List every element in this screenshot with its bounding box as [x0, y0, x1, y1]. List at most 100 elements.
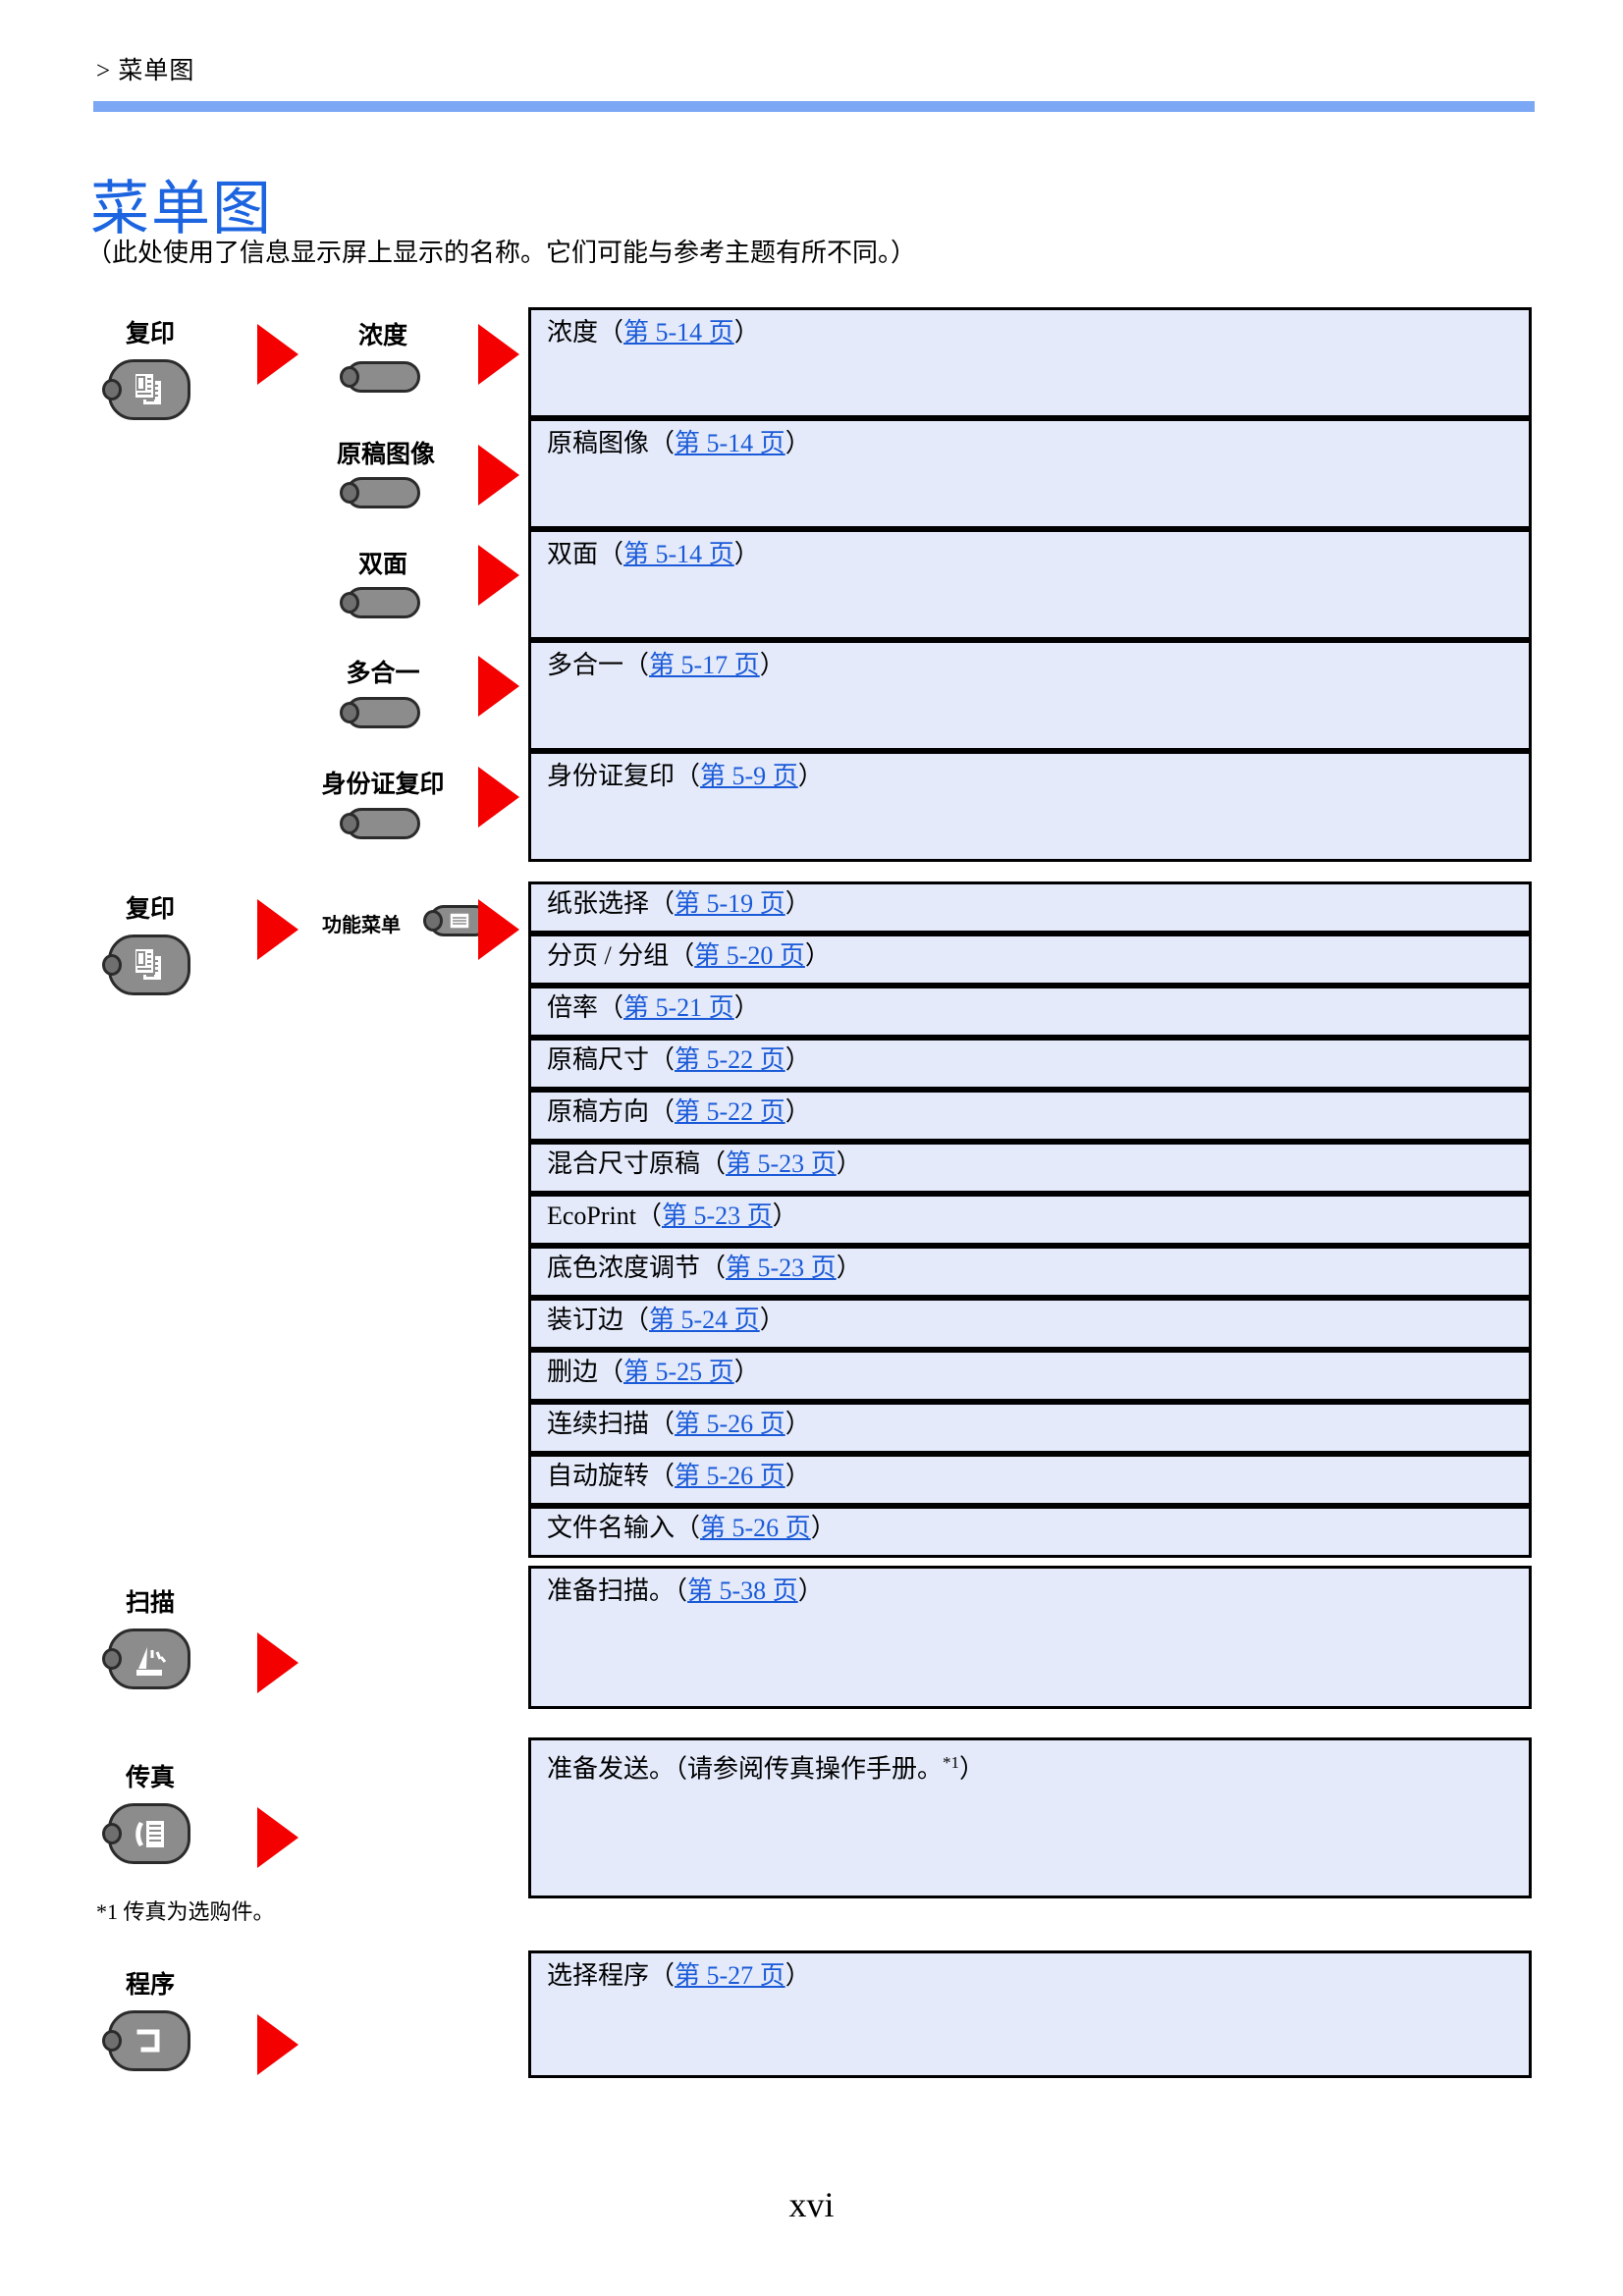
footnote-marker: *1 — [943, 1753, 960, 1772]
page-link[interactable]: 第 5-17 页 — [649, 651, 760, 679]
refbox-ecoprint: EcoPrint（第 5-23 页） — [528, 1194, 1532, 1246]
refbox-background-density: 底色浓度调节（第 5-23 页） — [528, 1246, 1532, 1298]
refbox-text: 浓度（第 5-14 页） — [547, 316, 760, 349]
refbox-tail: ） — [784, 1097, 811, 1126]
refbox-tail: ） — [784, 1410, 811, 1438]
refbox-label: 多合一（ — [547, 651, 650, 679]
fax-key[interactable] — [102, 1803, 190, 1864]
refbox-label: 身份证复印（ — [547, 762, 701, 790]
refbox-label: 倍率（ — [547, 993, 624, 1022]
page-link[interactable]: 第 5-22 页 — [675, 1045, 785, 1074]
refbox-program: 选择程序（第 5-27 页） — [528, 1950, 1532, 2078]
refbox-label: 底色浓度调节（ — [547, 1254, 727, 1282]
refbox-tail: ） — [810, 1514, 837, 1542]
page-link[interactable]: 第 5-14 页 — [675, 429, 785, 457]
refbox-text: 选择程序（第 5-27 页） — [547, 1959, 811, 1993]
refbox-density: 浓度（第 5-14 页） — [528, 307, 1532, 418]
program-key[interactable] — [102, 2010, 190, 2071]
submenu-key-duplex[interactable] — [340, 587, 420, 618]
refbox-auto-rotation: 自动旋转（第 5-26 页） — [528, 1454, 1532, 1506]
refbox-file-name-entry: 文件名输入（第 5-26 页） — [528, 1506, 1532, 1558]
refbox-label: 自动旋转（ — [547, 1462, 676, 1490]
key-label-fax: 传真 — [125, 1763, 175, 1791]
page-link[interactable]: 第 5-23 页 — [726, 1254, 837, 1282]
page-link[interactable]: 第 5-22 页 — [675, 1097, 785, 1126]
copy-key-2[interactable] — [102, 934, 190, 995]
refbox-fax: 准备发送。（请参阅传真操作手册。*1） — [528, 1737, 1532, 1898]
copy-key-1[interactable] — [102, 359, 190, 420]
refbox-text: 自动旋转（第 5-26 页） — [547, 1460, 811, 1493]
refbox-text: 连续扫描（第 5-26 页） — [547, 1408, 811, 1441]
refbox-label: 浓度（ — [547, 318, 624, 347]
key-label-copy-2: 复印 — [125, 894, 175, 923]
page-link[interactable]: 第 5-19 页 — [675, 889, 785, 918]
page-link[interactable]: 第 5-25 页 — [623, 1358, 734, 1386]
refbox-tail: ） — [733, 318, 760, 347]
refbox-label: 分页 / 分组（ — [547, 941, 695, 970]
refbox-tail: ） — [733, 540, 760, 568]
refbox-combine: 多合一（第 5-17 页） — [528, 640, 1532, 751]
refbox-original-size: 原稿尺寸（第 5-22 页） — [528, 1038, 1532, 1090]
arrow-icon-duplex — [478, 545, 519, 606]
refbox-original-orientation: 原稿方向（第 5-22 页） — [528, 1090, 1532, 1142]
arrow-icon-density — [478, 324, 519, 385]
page-link[interactable]: 第 5-14 页 — [623, 540, 734, 568]
refbox-text: 原稿图像（第 5-14 页） — [547, 427, 811, 460]
refbox-tail: ） — [784, 429, 811, 457]
submenu-label-id-card-copy: 身份证复印 — [321, 770, 445, 798]
refbox-tail: ） — [759, 1306, 785, 1334]
arrow-icon-fax — [257, 1807, 298, 1868]
page-link[interactable]: 第 5-23 页 — [662, 1201, 773, 1230]
fax-icon — [111, 1806, 188, 1861]
refbox-margin: 装订边（第 5-24 页） — [528, 1298, 1532, 1350]
refbox-tail: ） — [784, 889, 811, 918]
key-label-scan: 扫描 — [125, 1588, 175, 1617]
arrow-icon-combine — [478, 656, 519, 717]
page-link[interactable]: 第 5-26 页 — [700, 1514, 811, 1542]
submenu-label-duplex: 双面 — [357, 550, 407, 578]
key-nub — [340, 813, 359, 834]
page-link[interactable]: 第 5-14 页 — [623, 318, 734, 347]
refbox-border-erase: 删边（第 5-25 页） — [528, 1350, 1532, 1402]
refbox-label: 准备发送。（请参阅传真操作手册。 — [547, 1754, 944, 1784]
arrow-icon-copy-1 — [257, 324, 298, 385]
refbox-zoom: 倍率（第 5-21 页） — [528, 986, 1532, 1038]
refbox-text: 准备发送。（请参阅传真操作手册。*1） — [547, 1746, 985, 1787]
refbox-collate-group: 分页 / 分组（第 5-20 页） — [528, 934, 1532, 986]
refbox-tail: ） — [797, 1576, 824, 1605]
page-link[interactable]: 第 5-20 页 — [694, 941, 805, 970]
submenu-key-original-image[interactable] — [340, 477, 420, 508]
scan-key[interactable] — [102, 1629, 190, 1689]
submenu-key-combine[interactable] — [340, 697, 420, 728]
page-link[interactable]: 第 5-38 页 — [687, 1576, 798, 1605]
page-link[interactable]: 第 5-23 页 — [726, 1149, 837, 1178]
refbox-tail: ） — [797, 762, 824, 790]
key-nub — [340, 366, 359, 388]
submenu-key-id-card-copy[interactable] — [340, 808, 420, 839]
refbox-tail: ） — [836, 1149, 862, 1178]
submenu-label-function-menu: 功能菜单 — [322, 913, 401, 936]
page-link[interactable]: 第 5-26 页 — [675, 1410, 785, 1438]
refbox-text: 原稿方向（第 5-22 页） — [547, 1095, 811, 1129]
page-link[interactable]: 第 5-21 页 — [623, 993, 734, 1022]
key-nub — [340, 592, 359, 614]
refbox-tail: ） — [733, 1358, 760, 1386]
refbox-label: 原稿图像（ — [547, 429, 676, 457]
arrow-icon-copy-2 — [257, 899, 298, 960]
key-label-copy-1: 复印 — [125, 319, 175, 347]
refbox-tail: ） — [804, 941, 831, 970]
refbox-label: 混合尺寸原稿（ — [547, 1149, 727, 1178]
page-link[interactable]: 第 5-27 页 — [675, 1961, 785, 1990]
arrow-icon-id-card-copy — [478, 767, 519, 828]
page-link[interactable]: 第 5-26 页 — [675, 1462, 785, 1490]
refbox-tail: ） — [733, 993, 760, 1022]
refbox-duplex: 双面（第 5-14 页） — [528, 529, 1532, 640]
page-link[interactable]: 第 5-24 页 — [649, 1306, 760, 1334]
key-label-program: 程序 — [125, 1970, 175, 1999]
scan-icon — [111, 1631, 188, 1686]
refbox-text: EcoPrint（第 5-23 页） — [547, 1200, 798, 1233]
page-link[interactable]: 第 5-9 页 — [700, 762, 798, 790]
arrow-icon-program — [257, 2014, 298, 2075]
submenu-key-density[interactable] — [340, 361, 420, 393]
refbox-paper-selection: 纸张选择（第 5-19 页） — [528, 881, 1532, 934]
